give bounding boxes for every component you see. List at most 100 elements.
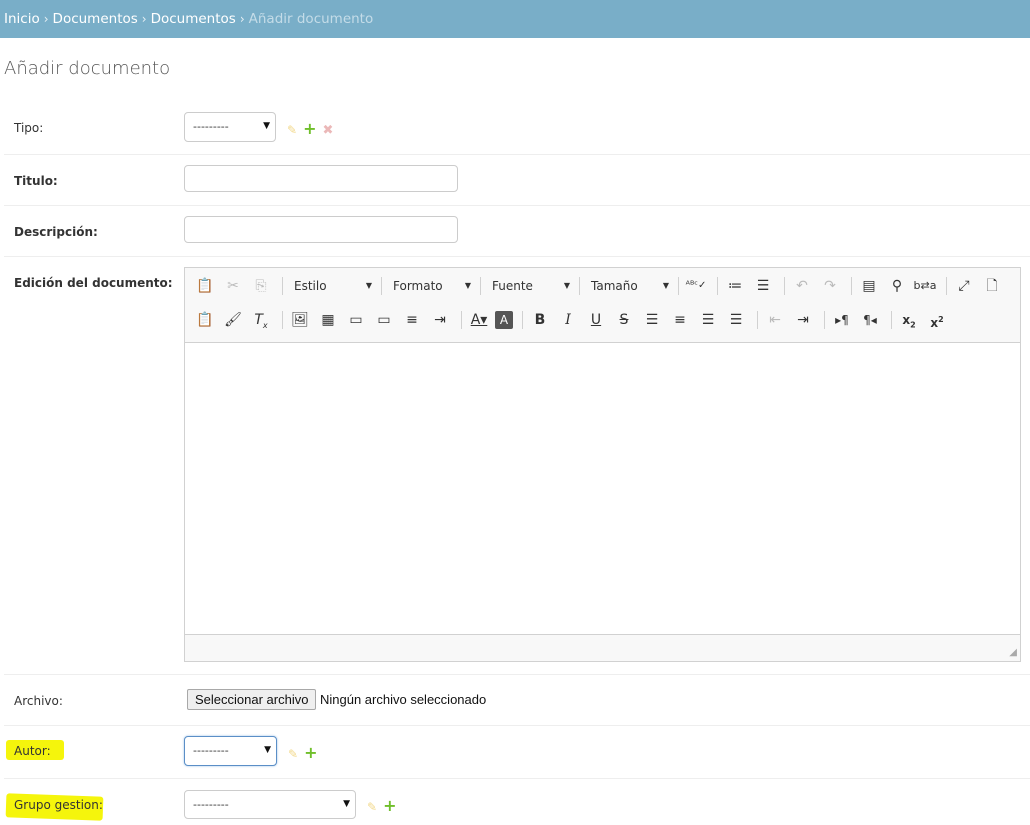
- tipo-select[interactable]: --------- ▼: [184, 112, 276, 142]
- rich-text-editor: 📋 ✂ ⎘ Estilo ▼ Formato ▼ Fuente ▼ Tamaño ▼ ᴬᴮᶜ✓ ≔ ☰ ↶ ↷…: [184, 267, 1021, 662]
- breadcrumb-separator: ›: [239, 12, 245, 26]
- page-break-icon[interactable]: ⇥: [428, 308, 452, 332]
- titulo-input[interactable]: [184, 165, 458, 192]
- undo-icon[interactable]: ↶: [790, 274, 814, 298]
- bulleted-list-icon[interactable]: ☰: [751, 274, 775, 298]
- toolbar-separator: [946, 277, 947, 295]
- textarea-icon[interactable]: ▭: [344, 308, 368, 332]
- paste-icon[interactable]: 📋: [193, 274, 217, 298]
- file-status-text: Ningún archivo seleccionado: [320, 692, 487, 707]
- subscript-icon[interactable]: x2: [897, 308, 921, 332]
- breadcrumb-current: Añadir documento: [248, 11, 374, 27]
- table-icon[interactable]: ▦: [316, 308, 340, 332]
- align-left-icon[interactable]: ☰: [640, 308, 664, 332]
- chevron-down-icon: ▼: [662, 281, 669, 290]
- copy-format-icon[interactable]: 🖌: [221, 308, 245, 332]
- toolbar-separator: [824, 311, 825, 329]
- form-row-titulo: Titulo:: [4, 155, 1030, 206]
- find-icon[interactable]: ⚲: [885, 274, 909, 298]
- add-plus-icon[interactable]: +: [304, 743, 317, 762]
- format-combo[interactable]: Formato ▼: [387, 274, 475, 298]
- redo-icon[interactable]: ↷: [818, 274, 842, 298]
- toolbar-separator: [757, 311, 758, 329]
- toolbar-row-1: 📋 ✂ ⎘ Estilo ▼ Formato ▼ Fuente ▼ Tamaño ▼ ᴬᴮᶜ✓ ≔ ☰ ↶ ↷…: [193, 274, 1008, 302]
- toolbar-separator: [381, 277, 382, 295]
- text-color-icon[interactable]: A▾: [467, 308, 491, 332]
- add-plus-icon[interactable]: +: [383, 796, 396, 815]
- remove-format-icon[interactable]: Tx: [249, 308, 273, 332]
- descripcion-label: Descripción:: [14, 225, 98, 239]
- style-combo[interactable]: Estilo ▼: [288, 274, 376, 298]
- indent-icon[interactable]: ⇥: [791, 308, 815, 332]
- paste-word-icon[interactable]: 📋: [193, 308, 217, 332]
- preview-icon[interactable]: 🗋: [980, 274, 1004, 298]
- style-combo-label: Estilo: [294, 279, 327, 293]
- toolbar-separator: [717, 277, 718, 295]
- edit-pencil-icon[interactable]: ✎: [287, 123, 297, 137]
- toolbar-separator: [851, 277, 852, 295]
- breadcrumb-separator: ›: [43, 12, 49, 26]
- add-plus-icon[interactable]: +: [303, 119, 316, 138]
- align-center-icon[interactable]: ≡: [668, 308, 692, 332]
- superscript-icon[interactable]: x2: [925, 308, 949, 332]
- titulo-label: Titulo:: [14, 174, 58, 188]
- background-color-icon[interactable]: A: [495, 311, 513, 329]
- toolbar-separator: [784, 277, 785, 295]
- size-combo[interactable]: Tamaño ▼: [585, 274, 673, 298]
- descripcion-input[interactable]: [184, 216, 458, 243]
- form-row-descripcion: Descripción:: [4, 206, 1030, 257]
- replace-icon[interactable]: b⇄a: [913, 274, 937, 298]
- editor-toolbar: 📋 ✂ ⎘ Estilo ▼ Formato ▼ Fuente ▼ Tamaño ▼ ᴬᴮᶜ✓ ≔ ☰ ↶ ↷…: [185, 268, 1020, 343]
- align-right-icon[interactable]: ☰: [696, 308, 720, 332]
- font-combo-label: Fuente: [492, 279, 533, 293]
- numbered-list-icon[interactable]: ≔: [723, 274, 747, 298]
- archivo-label: Archivo:: [14, 694, 63, 708]
- ltr-icon[interactable]: ▸¶: [830, 308, 854, 332]
- breadcrumb: Inicio › Documentos › Documentos › Añadir docu…: [0, 0, 1030, 38]
- maximize-icon[interactable]: ⤢: [952, 274, 976, 298]
- page-title: Añadir documento: [4, 58, 171, 79]
- breadcrumb-separator: ›: [141, 12, 147, 26]
- horizontal-rule-icon[interactable]: ≡: [400, 308, 424, 332]
- outdent-icon[interactable]: ⇤: [763, 308, 787, 332]
- image-icon[interactable]: 🖼: [288, 308, 312, 332]
- chevron-down-icon: ▼: [563, 281, 570, 290]
- chevron-down-icon: ▼: [263, 121, 270, 131]
- form-row-archivo: Archivo:: [4, 675, 1030, 726]
- copy-icon[interactable]: ⎘: [249, 274, 273, 298]
- grupo-select[interactable]: --------- ▼: [184, 790, 356, 819]
- tipo-related-actions: ✎ + ✖: [287, 119, 339, 138]
- breadcrumb-link-inicio[interactable]: Inicio: [4, 11, 40, 27]
- choose-file-button[interactable]: Seleccionar archivo: [187, 689, 317, 710]
- autor-select[interactable]: --------- ▼: [184, 736, 277, 766]
- breadcrumb-link-documentos-model[interactable]: Documentos: [151, 11, 236, 27]
- textfield-icon[interactable]: ▭: [372, 308, 396, 332]
- italic-icon[interactable]: I: [556, 308, 580, 332]
- cut-icon[interactable]: ✂: [221, 274, 245, 298]
- chevron-down-icon: ▼: [343, 799, 350, 809]
- resize-grip-icon[interactable]: ◢: [1009, 647, 1017, 658]
- edicion-label: Edición del documento:: [14, 276, 173, 290]
- bold-icon[interactable]: B: [528, 308, 552, 332]
- delete-x-icon[interactable]: ✖: [322, 123, 333, 138]
- breadcrumb-link-documentos-app[interactable]: Documentos: [53, 11, 138, 27]
- spellcheck-icon[interactable]: ᴬᴮᶜ✓: [684, 274, 708, 298]
- editor-content-area[interactable]: [185, 343, 1020, 635]
- rtl-icon[interactable]: ¶◂: [858, 308, 882, 332]
- grupo-select-value: ---------: [184, 790, 356, 819]
- autor-related-actions: ✎ +: [288, 743, 323, 762]
- strikethrough-icon[interactable]: S: [612, 308, 636, 332]
- toolbar-separator: [522, 311, 523, 329]
- toolbar-separator: [461, 311, 462, 329]
- grupo-label: Grupo gestion:: [14, 798, 103, 812]
- toolbar-separator: [678, 277, 679, 295]
- select-all-icon[interactable]: ▤: [857, 274, 881, 298]
- font-combo[interactable]: Fuente ▼: [486, 274, 574, 298]
- edit-pencil-icon[interactable]: ✎: [367, 800, 377, 814]
- underline-icon[interactable]: U: [584, 308, 608, 332]
- justify-icon[interactable]: ☰: [724, 308, 748, 332]
- chevron-down-icon: ▼: [464, 281, 471, 290]
- edit-pencil-icon[interactable]: ✎: [288, 747, 298, 761]
- toolbar-separator: [579, 277, 580, 295]
- tipo-label: Tipo:: [14, 121, 44, 135]
